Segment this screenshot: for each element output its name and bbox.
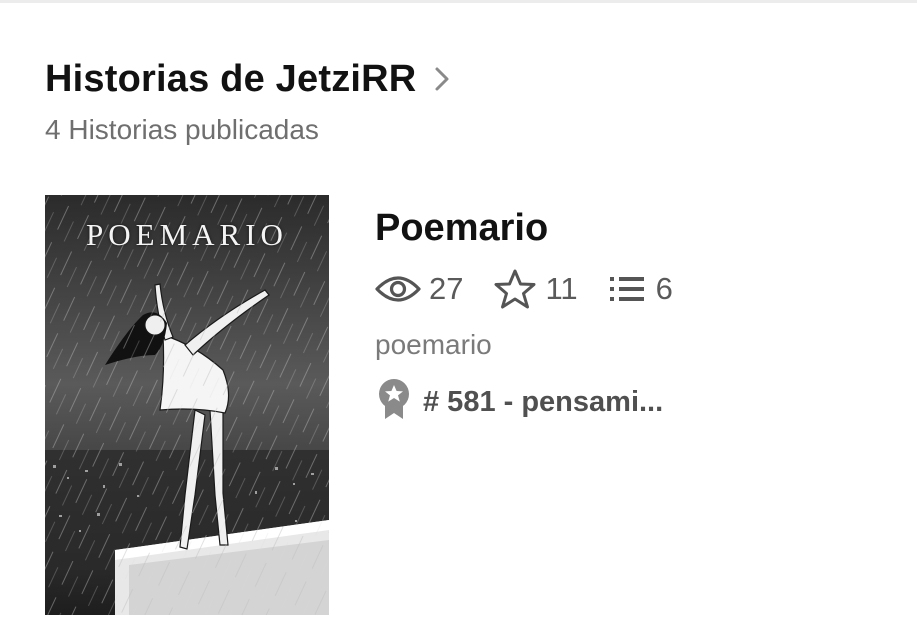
ranking-text: # 581 - pensami... bbox=[423, 385, 664, 418]
eye-icon bbox=[375, 269, 421, 309]
chevron-right-icon bbox=[432, 65, 452, 93]
story-ranking[interactable]: # 581 - pensami... bbox=[375, 377, 663, 426]
story-title[interactable]: Poemario bbox=[375, 205, 548, 251]
parts-stat: 6 bbox=[608, 269, 673, 309]
parts-count: 6 bbox=[655, 271, 673, 306]
section-title: Historias de JetziRR bbox=[45, 58, 417, 100]
top-divider bbox=[0, 0, 917, 3]
stories-section-header[interactable]: Historias de JetziRR bbox=[45, 56, 452, 102]
profile-stories-page: Historias de JetziRR 4 Historias publica… bbox=[0, 0, 917, 625]
story-cover-image[interactable]: POEMARIO bbox=[45, 195, 329, 615]
story-card[interactable]: POEMARIO Poemario 27 11 6 poemario # 581… bbox=[45, 195, 875, 615]
reads-stat: 27 bbox=[375, 269, 463, 309]
list-icon bbox=[608, 269, 648, 309]
star-icon bbox=[493, 269, 537, 309]
votes-stat: 11 bbox=[493, 269, 578, 309]
published-count: 4 Historias publicadas bbox=[45, 114, 319, 145]
story-stats: 27 11 6 bbox=[375, 267, 703, 311]
votes-count: 11 bbox=[545, 271, 578, 306]
cover-title-text: POEMARIO bbox=[86, 217, 288, 252]
story-tag[interactable]: poemario bbox=[375, 327, 492, 363]
award-ribbon-icon bbox=[375, 377, 413, 426]
reads-count: 27 bbox=[429, 271, 464, 306]
